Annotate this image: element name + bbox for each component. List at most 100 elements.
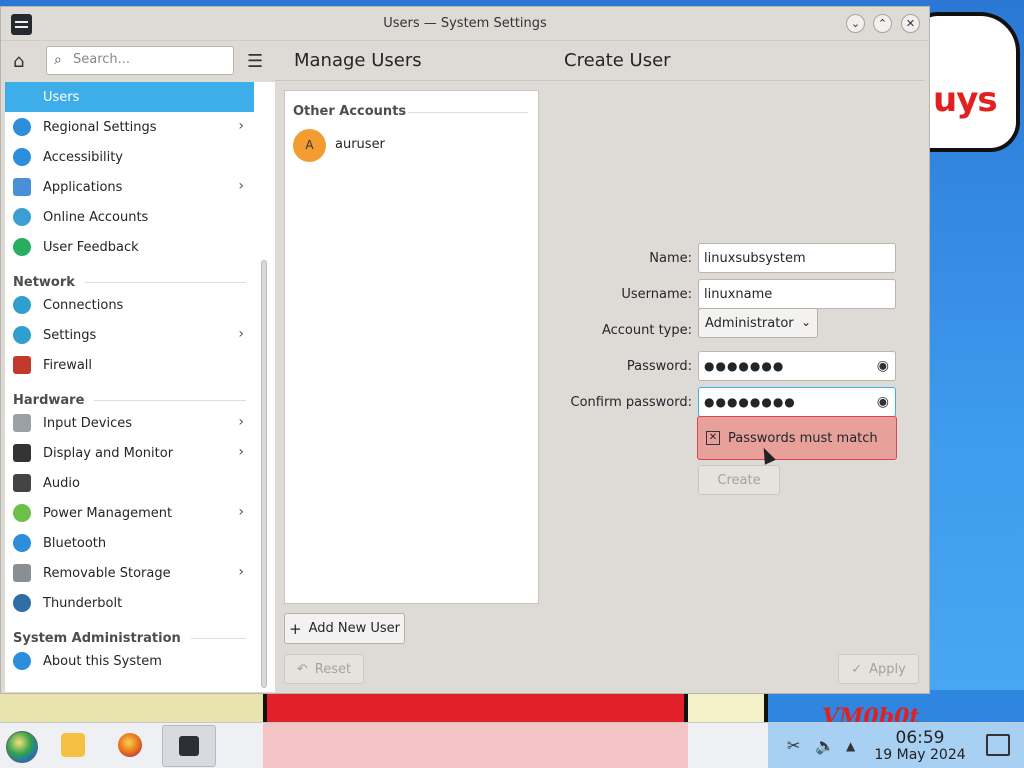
sidebar-item-label: Firewall [43, 357, 93, 373]
minimize-button[interactable]: ⌄ [846, 14, 865, 33]
confirm-password-field[interactable]: ●●●●●●●● ◉ [698, 387, 896, 417]
undo-icon: ↶ [296, 661, 308, 677]
username-label: Username: [621, 287, 692, 302]
show-password-eye-icon[interactable]: ◉ [877, 358, 889, 374]
removable-storage-icon [13, 564, 31, 582]
sidebar-item-label: Thunderbolt [43, 595, 123, 611]
sidebar-item-audio[interactable]: Audio [5, 468, 254, 498]
password-label: Password: [626, 359, 692, 374]
plus-icon: + [289, 619, 302, 638]
display-monitor-icon [13, 444, 31, 462]
close-button[interactable]: ✕ [901, 14, 920, 33]
add-new-user-button[interactable]: + Add New User [284, 613, 405, 644]
confirm-password-label: Confirm password: [570, 395, 692, 410]
apply-button[interactable]: ✓ Apply [838, 654, 919, 684]
file-manager-icon[interactable] [61, 733, 85, 757]
search-box[interactable]: ⌕ [46, 46, 234, 75]
avatar: A [293, 129, 326, 162]
sidebar: ⌂ ⌕ ☰ Users Regional Settings › Accessibili… [5, 42, 275, 692]
sidebar-item-applications[interactable]: Applications › [5, 172, 254, 202]
sidebar-item-regional-settings[interactable]: Regional Settings › [5, 112, 254, 142]
sidebar-item-bluetooth[interactable]: Bluetooth [5, 528, 254, 558]
bubble-text: uys [933, 80, 998, 120]
chevron-right-icon: › [238, 178, 244, 194]
speech-bubble: uys [915, 12, 1020, 152]
password-mismatch-error: ✕ Passwords must match [697, 416, 897, 460]
sidebar-item-online-accounts[interactable]: Online Accounts [5, 202, 254, 232]
sidebar-scrollbar[interactable] [261, 260, 267, 688]
sidebar-item-label: Connections [43, 297, 124, 313]
input-devices-icon [13, 414, 31, 432]
show-password-eye-icon[interactable]: ◉ [877, 394, 889, 410]
password-value: ●●●●●●● [704, 359, 785, 373]
name-field[interactable]: linuxsubsystem [698, 243, 896, 273]
clock-date: 19 May 2024 [874, 747, 966, 763]
taskbar: ✂ 🔈 ▲ 06:59 19 May 2024 [0, 722, 1024, 768]
sidebar-item-users[interactable]: Users [5, 82, 254, 112]
sidebar-item-label: Input Devices [43, 415, 133, 431]
chevron-right-icon: › [238, 118, 244, 134]
sidebar-item-input-devices[interactable]: Input Devices › [5, 408, 254, 438]
task-system-settings[interactable] [162, 725, 216, 767]
sidebar-item-label: Power Management [43, 505, 173, 521]
clipboard-icon[interactable]: ✂ [787, 736, 800, 755]
sidebar-item-label: Settings [43, 327, 97, 343]
firefox-icon[interactable] [118, 733, 142, 757]
chevron-right-icon: › [238, 564, 244, 580]
create-button[interactable]: Create [698, 465, 780, 495]
sidebar-item-label: Removable Storage [43, 565, 171, 581]
sidebar-item-label: Accessibility [43, 149, 123, 165]
applications-icon [13, 178, 31, 196]
account-type-select[interactable]: Administrator ⌄ [698, 308, 818, 338]
accounts-list: Other Accounts A auruser [284, 90, 539, 604]
network-settings-icon [13, 326, 31, 344]
error-message: Passwords must match [728, 430, 878, 446]
sidebar-item-connections[interactable]: Connections [5, 290, 254, 320]
audio-icon [13, 474, 31, 492]
volume-icon[interactable]: 🔈 [815, 736, 835, 755]
home-icon[interactable]: ⌂ [13, 51, 24, 72]
section-title: System Administration [13, 631, 181, 646]
name-label: Name: [649, 251, 692, 266]
sidebar-item-label: Bluetooth [43, 535, 107, 551]
account-type-label: Account type: [601, 323, 692, 338]
sidebar-item-power-management[interactable]: Power Management › [5, 498, 254, 528]
section-title: Network [13, 275, 75, 290]
sidebar-item-label: Display and Monitor [43, 445, 174, 461]
start-menu-icon[interactable] [6, 731, 38, 763]
show-desktop-icon[interactable] [986, 734, 1010, 756]
create-user-title: Create User [564, 50, 671, 71]
sidebar-item-settings[interactable]: Settings › [5, 320, 254, 350]
sidebar-item-accessibility[interactable]: Accessibility [5, 142, 254, 172]
sidebar-item-label: Applications [43, 179, 123, 195]
sidebar-item-display-and-monitor[interactable]: Display and Monitor › [5, 438, 254, 468]
sidebar-item-firewall[interactable]: Firewall [5, 350, 254, 380]
add-new-user-label: Add New User [308, 621, 400, 636]
checkmark-icon: ✓ [851, 661, 863, 677]
hamburger-menu-icon[interactable]: ☰ [247, 51, 263, 72]
tray-expand-icon[interactable]: ▲ [846, 739, 855, 753]
sidebar-item-label: User Feedback [43, 239, 139, 255]
title-bar[interactable]: Users — System Settings ⌄ ⌃ ✕ [1, 7, 929, 41]
sidebar-item-thunderbolt[interactable]: Thunderbolt [5, 588, 254, 618]
connections-icon [13, 296, 31, 314]
sidebar-item-removable-storage[interactable]: Removable Storage › [5, 558, 254, 588]
system-settings-window: Users — System Settings ⌄ ⌃ ✕ ⌂ ⌕ ☰ User… [0, 6, 930, 694]
password-field[interactable]: ●●●●●●● ◉ [698, 351, 896, 381]
sidebar-item-label: Online Accounts [43, 209, 149, 225]
sidebar-section-heading: Hardware [5, 384, 254, 408]
search-input[interactable] [73, 52, 228, 67]
other-accounts-heading: Other Accounts [293, 104, 407, 119]
users-module: Manage Users Create User Other Accounts … [275, 42, 930, 692]
account-name: auruser [335, 137, 385, 152]
account-row[interactable]: A auruser [293, 129, 533, 163]
reset-button[interactable]: ↶ Reset [284, 654, 364, 684]
sidebar-item-about-this-system[interactable]: About this System [5, 646, 254, 676]
chevron-right-icon: › [238, 504, 244, 520]
maximize-button[interactable]: ⌃ [873, 14, 892, 33]
username-field[interactable]: linuxname [698, 279, 896, 309]
chevron-right-icon: › [238, 414, 244, 430]
clock[interactable]: 06:59 19 May 2024 [870, 729, 970, 764]
sidebar-item-user-feedback[interactable]: User Feedback [5, 232, 254, 262]
account-type-value: Administrator [705, 316, 794, 331]
